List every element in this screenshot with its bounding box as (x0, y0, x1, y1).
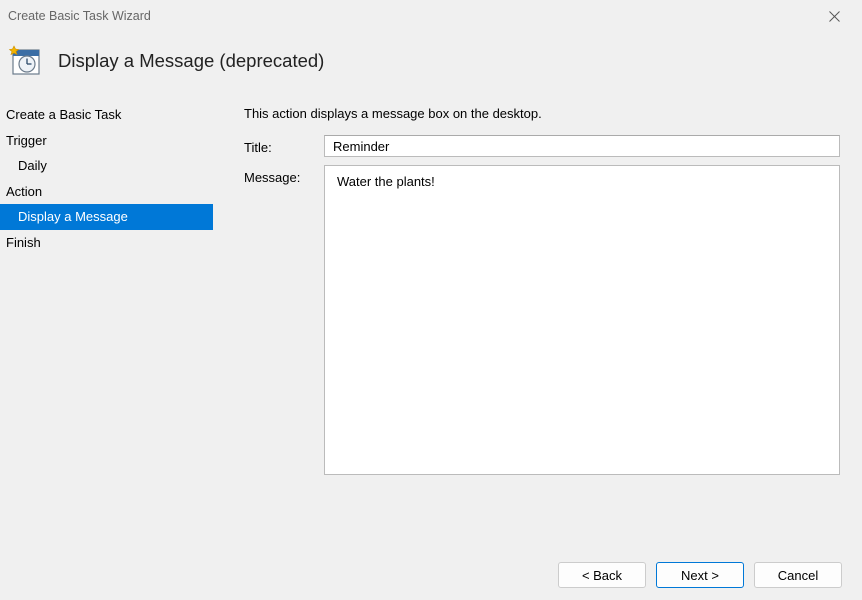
window-title: Create Basic Task Wizard (8, 9, 151, 23)
wizard-header: Display a Message (deprecated) (0, 32, 862, 102)
close-button[interactable] (816, 2, 852, 30)
action-description: This action displays a message box on th… (244, 102, 840, 135)
message-row: Message: (244, 165, 840, 475)
next-button[interactable]: Next > (656, 562, 744, 588)
sidebar-item-action[interactable]: Action (0, 179, 244, 205)
titlebar: Create Basic Task Wizard (0, 0, 862, 32)
sidebar-item-finish[interactable]: Finish (0, 230, 244, 256)
sidebar-item-trigger[interactable]: Trigger (0, 128, 244, 154)
sidebar-item-display-a-message[interactable]: Display a Message (0, 204, 213, 230)
wizard-content: This action displays a message box on th… (244, 102, 862, 483)
title-label: Title: (244, 135, 324, 155)
wizard-page-title: Display a Message (deprecated) (58, 50, 324, 72)
title-row: Title: (244, 135, 840, 157)
sidebar-item-daily[interactable]: Daily (0, 153, 244, 179)
wizard-body: Create a Basic Task Trigger Daily Action… (0, 102, 862, 483)
cancel-button[interactable]: Cancel (754, 562, 842, 588)
title-input[interactable] (324, 135, 840, 157)
wizard-header-icon (8, 44, 42, 78)
wizard-footer: < Back Next > Cancel (558, 562, 842, 588)
message-label: Message: (244, 165, 324, 185)
wizard-sidebar: Create a Basic Task Trigger Daily Action… (0, 102, 244, 483)
close-icon (829, 11, 840, 22)
message-textarea[interactable] (324, 165, 840, 475)
sidebar-item-create-basic-task[interactable]: Create a Basic Task (0, 102, 244, 128)
back-button[interactable]: < Back (558, 562, 646, 588)
wizard-window: Create Basic Task Wizard Display a Messa… (0, 0, 862, 600)
